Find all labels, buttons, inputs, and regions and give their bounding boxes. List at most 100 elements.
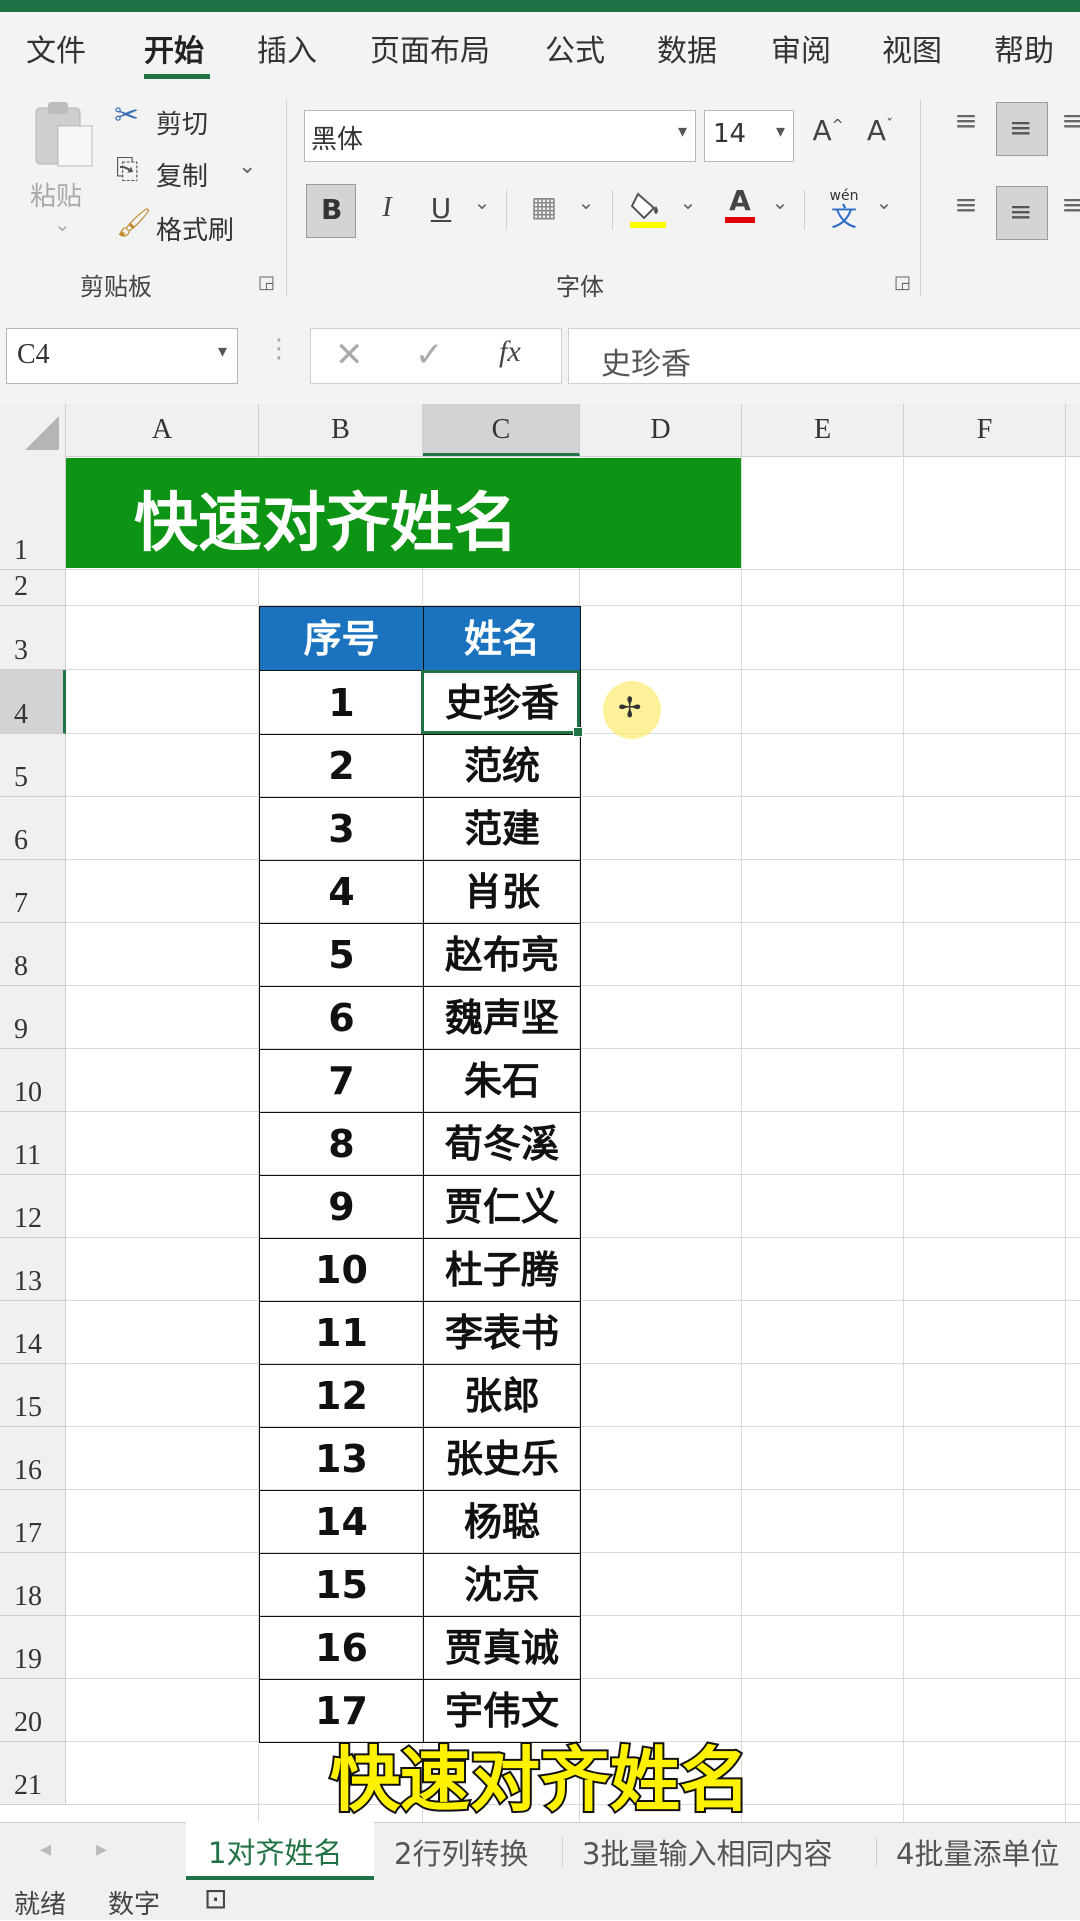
- table-header-name[interactable]: 姓名: [423, 606, 581, 671]
- row-header-6[interactable]: 6: [0, 797, 66, 860]
- row-header-14[interactable]: 14: [0, 1301, 66, 1364]
- bold-button[interactable]: B: [306, 184, 356, 238]
- row-header-8[interactable]: 8: [0, 923, 66, 986]
- row-header-3[interactable]: 3: [0, 606, 66, 670]
- table-header-index[interactable]: 序号: [259, 606, 424, 671]
- row-header-18[interactable]: 18: [0, 1553, 66, 1616]
- borders-icon[interactable]: ▦: [526, 190, 562, 223]
- table-cell-index[interactable]: 4: [259, 860, 424, 924]
- insert-function-button[interactable]: fx: [499, 335, 521, 369]
- row-header-4[interactable]: 4: [0, 670, 66, 734]
- table-cell-name[interactable]: 范统: [423, 734, 581, 798]
- name-box[interactable]: C4 ▾: [6, 328, 238, 384]
- macro-record-icon[interactable]: ⊡: [204, 1882, 227, 1915]
- column-header-b[interactable]: B: [259, 404, 423, 456]
- underline-dropdown-icon[interactable]: ⌄: [470, 190, 494, 214]
- sheet-tab-4[interactable]: 4批量添单位: [896, 1831, 1059, 1873]
- fill-color-button[interactable]: [628, 186, 668, 237]
- copy-dropdown-icon[interactable]: ⌄: [238, 154, 256, 179]
- table-cell-index[interactable]: 5: [259, 923, 424, 987]
- table-cell-name[interactable]: 肖张: [423, 860, 581, 924]
- table-cell-index[interactable]: 3: [259, 797, 424, 861]
- column-header-d[interactable]: D: [580, 404, 742, 456]
- font-name-select[interactable]: 黑体 ▾: [304, 110, 696, 162]
- clipboard-launcher-icon[interactable]: ◲: [258, 272, 275, 293]
- fill-color-dropdown-icon[interactable]: ⌄: [676, 190, 700, 214]
- tab-help[interactable]: 帮助: [994, 26, 1054, 70]
- table-cell-index[interactable]: 13: [259, 1427, 424, 1491]
- table-cell-name[interactable]: 魏声坚: [423, 986, 581, 1050]
- row-header-19[interactable]: 19: [0, 1616, 66, 1679]
- align-middle-button[interactable]: ≡: [996, 102, 1048, 156]
- table-cell-index[interactable]: 11: [259, 1301, 424, 1365]
- table-cell-index[interactable]: 2: [259, 734, 424, 798]
- table-cell-name[interactable]: 张郎: [423, 1364, 581, 1428]
- align-bottom-icon[interactable]: ≡: [1058, 104, 1080, 137]
- phonetic-guide-button[interactable]: wén 文: [822, 188, 866, 238]
- scroll-left-icon[interactable]: ◂: [40, 1837, 51, 1862]
- tab-formulas[interactable]: 公式: [545, 26, 605, 70]
- tab-file[interactable]: 文件: [26, 26, 86, 70]
- paste-button[interactable]: 粘贴 ⌄: [22, 96, 104, 246]
- table-cell-name[interactable]: 沈京: [423, 1553, 581, 1617]
- font-launcher-icon[interactable]: ◲: [894, 272, 911, 293]
- row-header-16[interactable]: 16: [0, 1427, 66, 1490]
- cut-button[interactable]: ✂ 剪切: [114, 98, 234, 142]
- phonetic-dropdown-icon[interactable]: ⌄: [872, 190, 896, 214]
- row-header-12[interactable]: 12: [0, 1175, 66, 1238]
- table-cell-name[interactable]: 杨聪: [423, 1490, 581, 1554]
- table-cell-name[interactable]: 范建: [423, 797, 581, 861]
- grow-font-button[interactable]: A^: [810, 114, 846, 147]
- row-header-15[interactable]: 15: [0, 1364, 66, 1427]
- row-header-17[interactable]: 17: [0, 1490, 66, 1553]
- row-header-7[interactable]: 7: [0, 860, 66, 923]
- formula-input[interactable]: 史珍香: [568, 328, 1080, 384]
- formula-bar-grip-icon[interactable]: ⋮: [266, 334, 292, 364]
- cancel-icon[interactable]: ✕: [335, 335, 364, 375]
- table-cell-name[interactable]: 朱石: [423, 1049, 581, 1113]
- tab-page-layout[interactable]: 页面布局: [370, 26, 490, 70]
- select-all-button[interactable]: [0, 404, 66, 456]
- selected-cell-c4[interactable]: [421, 670, 583, 737]
- row-header-13[interactable]: 13: [0, 1238, 66, 1301]
- table-cell-index[interactable]: 1: [259, 670, 424, 735]
- table-cell-index[interactable]: 8: [259, 1112, 424, 1176]
- enter-icon[interactable]: ✓: [415, 335, 444, 375]
- sheet-tab-3[interactable]: 3批量输入相同内容: [582, 1831, 832, 1873]
- align-left-icon[interactable]: ≡: [948, 188, 984, 221]
- tab-home[interactable]: 开始: [144, 26, 204, 70]
- borders-dropdown-icon[interactable]: ⌄: [574, 190, 598, 214]
- align-right-icon[interactable]: ≡: [1058, 188, 1080, 221]
- underline-button[interactable]: U: [426, 192, 456, 225]
- table-cell-index[interactable]: 9: [259, 1175, 424, 1239]
- table-cell-name[interactable]: 杜子腾: [423, 1238, 581, 1302]
- align-center-button[interactable]: ≡: [996, 186, 1048, 240]
- italic-button[interactable]: I: [372, 192, 402, 224]
- tab-review[interactable]: 审阅: [771, 26, 831, 70]
- tab-data[interactable]: 数据: [657, 26, 717, 70]
- copy-button[interactable]: ⎘ 复制 ⌄: [114, 152, 264, 196]
- table-cell-index[interactable]: 16: [259, 1616, 424, 1680]
- font-color-button[interactable]: A: [722, 184, 758, 223]
- align-top-icon[interactable]: ≡: [948, 104, 984, 137]
- table-cell-index[interactable]: 7: [259, 1049, 424, 1113]
- row-header-5[interactable]: 5: [0, 734, 66, 797]
- row-header-9[interactable]: 9: [0, 986, 66, 1049]
- scroll-right-icon[interactable]: ▸: [96, 1837, 107, 1862]
- table-cell-name[interactable]: 李表书: [423, 1301, 581, 1365]
- column-header-f[interactable]: F: [904, 404, 1066, 456]
- tab-insert[interactable]: 插入: [257, 26, 317, 70]
- row-header-10[interactable]: 10: [0, 1049, 66, 1112]
- tab-view[interactable]: 视图: [882, 26, 942, 70]
- sheet-tab-2[interactable]: 2行列转换: [394, 1831, 528, 1873]
- fill-handle[interactable]: [573, 727, 583, 737]
- shrink-font-button[interactable]: Aˇ: [862, 114, 898, 147]
- table-cell-name[interactable]: 张史乐: [423, 1427, 581, 1491]
- table-cell-name[interactable]: 赵布亮: [423, 923, 581, 987]
- sheet-tab-1[interactable]: 1对齐姓名: [186, 1822, 374, 1880]
- table-cell-index[interactable]: 12: [259, 1364, 424, 1428]
- font-size-select[interactable]: 14 ▾: [704, 110, 794, 162]
- row-header-2[interactable]: 2: [0, 570, 66, 606]
- row-header-1[interactable]: 1: [0, 456, 66, 570]
- column-header-e[interactable]: E: [742, 404, 904, 456]
